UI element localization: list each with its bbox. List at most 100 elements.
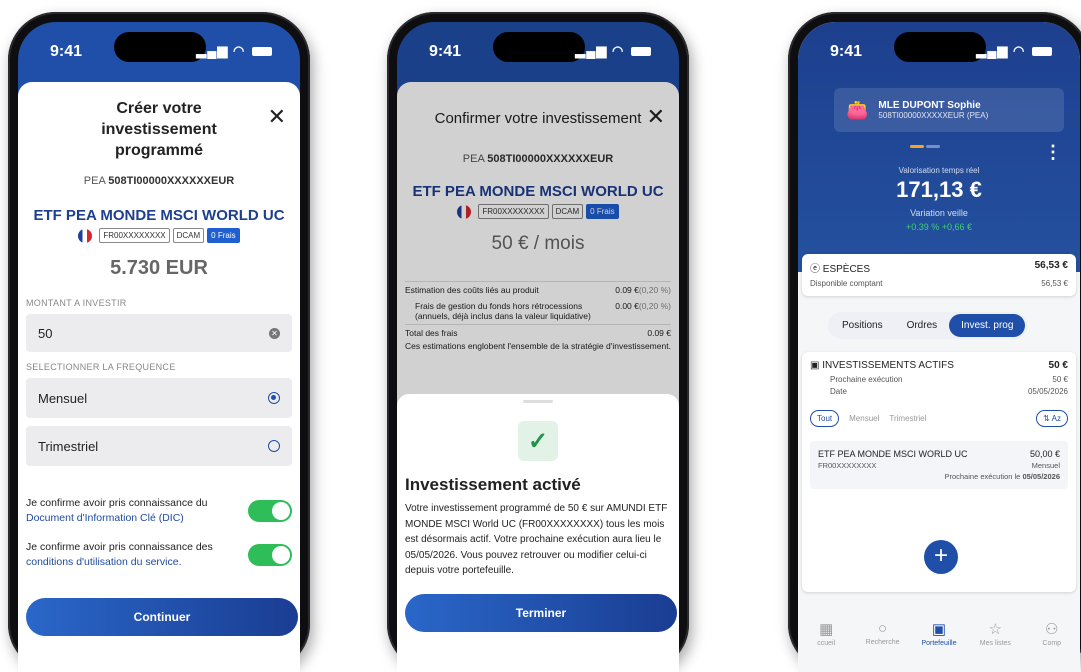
variation-label: Variation veille xyxy=(910,208,968,218)
tab-positions[interactable]: Positions xyxy=(830,314,895,337)
nav-home[interactable]: ▦ ccueil xyxy=(801,620,851,672)
status-indicators-icon: ▂▄▆ ◠ xyxy=(575,43,651,59)
filter-all[interactable]: Tout xyxy=(810,410,840,427)
user-icon: ⚇ xyxy=(1045,621,1059,638)
freq-option-quarterly[interactable]: Trimestriel xyxy=(26,426,292,466)
grid-icon: ▦ xyxy=(819,621,834,638)
cash-sub-value: 56,53 € xyxy=(1041,279,1068,288)
status-time: 9:41 xyxy=(50,43,83,60)
status-bar: 9:41 ▂▄▆ ◠ xyxy=(18,22,300,74)
holder-name: MLE DUPONT Sophie xyxy=(878,100,981,111)
cgu-link[interactable]: conditions d'utilisation du service. xyxy=(26,556,182,568)
status-bar: 9:41 ▂▄▆ ◠ xyxy=(798,22,1080,74)
nav-lists[interactable]: ☆ Mes listes xyxy=(970,620,1020,672)
fund-tags: FR00XXXXXXXX DCAM 0 Frais xyxy=(18,228,300,243)
clear-icon[interactable]: ✕ xyxy=(269,327,280,339)
cgu-toggle[interactable] xyxy=(248,544,292,566)
tab-orders[interactable]: Ordres xyxy=(895,314,950,337)
portfolio-header: 9:41 ▂▄▆ ◠ 👛 MLE DUPONT Sophie 508TI0000… xyxy=(798,22,1080,272)
dic-link[interactable]: Document d'Information Clé (DIC) xyxy=(26,512,184,524)
nav-account[interactable]: ⚇ Comp xyxy=(1027,620,1077,672)
active-value: 50 € xyxy=(1048,360,1068,371)
valuation: 171,13 € xyxy=(896,177,982,202)
investment-item[interactable]: ETF PEA MONDE MSCI WORLD UC 50,00 € FR00X… xyxy=(810,441,1068,489)
continue-button[interactable]: Continuer xyxy=(26,598,298,636)
phone-create-investment: 9:41 ▂▄▆ ◠ Créer votre investissement pr… xyxy=(8,12,310,672)
amount-input[interactable]: 50 ✕ xyxy=(26,314,292,352)
status-time: 9:41 xyxy=(429,43,462,60)
screen: 9:41 ▂▄▆ ◠ Confirmer votre investissemen… xyxy=(397,22,679,672)
finish-button[interactable]: Terminer xyxy=(405,594,677,632)
dynamic-island xyxy=(894,32,986,62)
screen: 9:41 ▂▄▆ ◠ 👛 MLE DUPONT Sophie 508TI0000… xyxy=(798,22,1080,672)
success-text: Votre investissement programmé de 50 € s… xyxy=(405,503,668,576)
phone-confirm-investment: 9:41 ▂▄▆ ◠ Confirmer votre investissemen… xyxy=(387,12,689,672)
confirm-dic-row: Je confirme avoir pris connaissance du Do… xyxy=(26,496,292,526)
radio-quarterly[interactable] xyxy=(268,440,280,452)
bottom-nav: ▦ ccueil ○ Recherche ▣ Portefeuille ☆ Mes li… xyxy=(798,614,1080,672)
frequency-label: SELECTIONNER LA FREQUENCE xyxy=(26,362,176,372)
item-freq: Mensuel xyxy=(1031,461,1060,470)
item-amount: 50,00 € xyxy=(1029,449,1060,459)
account-line: PEA 508TI00000XXXXXXEUR xyxy=(83,175,235,187)
phone-portfolio: 9:41 ▂▄▆ ◠ 👛 MLE DUPONT Sophie 508TI0000… xyxy=(788,12,1081,672)
frais-tag: 0 Frais xyxy=(207,228,240,243)
amount-value: 50 xyxy=(38,325,53,341)
dynamic-island xyxy=(493,32,585,62)
confirm-cgu-text: Je confirme avoir pris connaissance des c… xyxy=(26,541,213,568)
next-label: Prochaine exécution xyxy=(830,375,903,384)
status-indicators-icon: ▂▄▆ ◠ xyxy=(976,43,1052,59)
active-label: ▣ INVESTISSEMENTS ACTIFS xyxy=(810,360,954,371)
portfolio-tabs: Positions Ordres Invest. prog xyxy=(828,312,1028,339)
carousel-dot xyxy=(926,145,940,148)
dcam-tag: DCAM xyxy=(172,228,205,243)
filter-monthly[interactable]: Mensuel xyxy=(849,414,879,423)
wallet-icon: 👛 xyxy=(846,99,869,120)
confirm-cgu-row: Je confirme avoir pris connaissance des c… xyxy=(26,540,292,570)
filter-bar: Tout Mensuel Trimestriel ⇅ Az xyxy=(810,410,1068,427)
success-title: Investissement activé xyxy=(405,475,581,494)
cash-sub: Disponible comptant xyxy=(810,279,883,288)
france-flag-icon xyxy=(78,228,93,243)
nav-portfolio[interactable]: ▣ Portefeuille xyxy=(914,620,964,672)
variation: +0.39 % +0,66 € xyxy=(905,222,973,232)
item-name: ETF PEA MONDE MSCI WORLD UC xyxy=(818,449,968,459)
star-icon: ☆ xyxy=(988,621,1003,638)
success-sheet: ✓ Investissement activé Votre investisse… xyxy=(397,394,679,672)
confirm-dic-text: Je confirme avoir pris connaissance du Do… xyxy=(26,497,208,524)
dic-toggle[interactable] xyxy=(248,500,292,522)
wallet-icon: ▣ xyxy=(931,621,947,638)
item-next: Prochaine exécution le 05/05/2026 xyxy=(944,472,1060,481)
search-icon: ○ xyxy=(878,620,888,637)
freq-quarterly-label: Trimestriel xyxy=(38,438,99,454)
freq-monthly-label: Mensuel xyxy=(38,390,88,406)
fund-name: ETF PEA MONDE MSCI WORLD UC xyxy=(33,207,285,224)
account-card[interactable]: 👛 MLE DUPONT Sophie 508TI00000XXXXXEUR (… xyxy=(834,88,1064,132)
balance: 5.730 EUR xyxy=(110,257,208,279)
close-icon[interactable]: ✕ xyxy=(268,104,286,130)
carousel-dot-active xyxy=(910,145,924,148)
cash-card[interactable]: ⓔ ESPÈCES 56,53 € Disponible comptant 56,5… xyxy=(802,254,1076,296)
status-time: 9:41 xyxy=(830,43,863,60)
check-icon: ✓ xyxy=(518,421,558,461)
date-label: Date xyxy=(830,387,847,396)
next-value: 50 € xyxy=(1052,375,1068,384)
radio-monthly[interactable] xyxy=(268,392,280,404)
item-isin: FR00XXXXXXXX xyxy=(818,461,877,470)
isin-tag: FR00XXXXXXXX xyxy=(99,228,170,243)
valuation-label: Valorisation temps réel xyxy=(898,166,980,175)
status-bar: 9:41 ▂▄▆ ◠ xyxy=(397,22,679,74)
more-icon[interactable]: ⋮ xyxy=(1044,142,1062,163)
cash-value: 56,53 € xyxy=(1034,260,1068,271)
sheet-title: Créer votre investissement programmé xyxy=(101,100,217,159)
filter-quarterly[interactable]: Trimestriel xyxy=(889,414,926,423)
date-value: 05/05/2026 xyxy=(1027,387,1068,396)
tab-invest-prog[interactable]: Invest. prog xyxy=(949,314,1026,337)
nav-search[interactable]: ○ Recherche xyxy=(858,620,908,672)
status-indicators-icon: ▂▄▆ ◠ xyxy=(196,43,272,59)
freq-option-monthly[interactable]: Mensuel xyxy=(26,378,292,418)
add-button[interactable]: + xyxy=(924,540,958,574)
sort-button[interactable]: ⇅ Az xyxy=(1036,410,1068,427)
drag-handle[interactable] xyxy=(523,400,553,403)
amount-label: MONTANT A INVESTIR xyxy=(26,298,127,308)
